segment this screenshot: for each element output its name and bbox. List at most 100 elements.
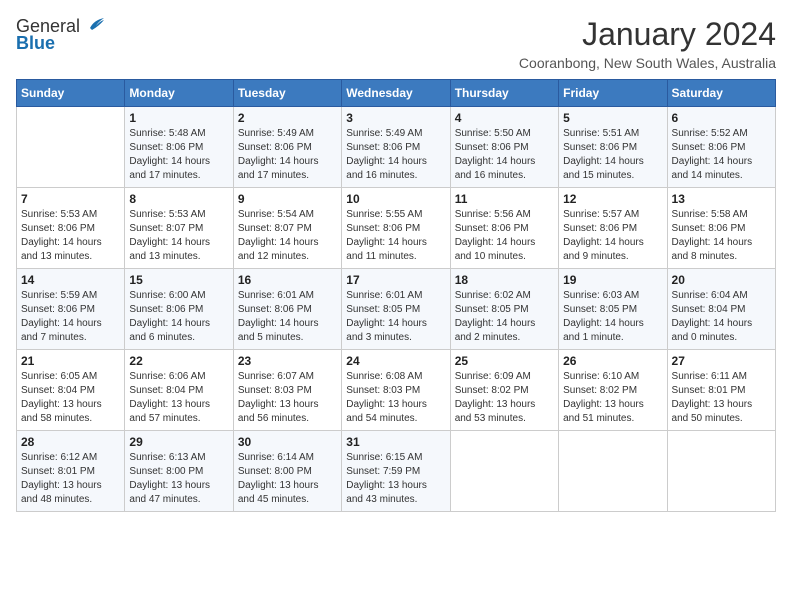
day-info: Sunrise: 5:49 AM Sunset: 8:06 PM Dayligh…	[238, 127, 337, 183]
day-number: 31	[346, 435, 445, 449]
day-info: Sunrise: 5:53 AM Sunset: 8:06 PM Dayligh…	[21, 208, 120, 264]
calendar-week-row: 7 Sunrise: 5:53 AM Sunset: 8:06 PM Daylig…	[17, 188, 776, 269]
day-info: Sunrise: 6:04 AM Sunset: 8:04 PM Dayligh…	[672, 289, 771, 345]
calendar-cell: 22Sunrise: 6:06 AM Sunset: 8:04 PM Dayli…	[125, 350, 233, 431]
day-number: 11	[455, 192, 554, 206]
day-info: Sunrise: 5:55 AM Sunset: 8:06 PM Dayligh…	[346, 208, 445, 264]
day-info: Sunrise: 6:11 AM Sunset: 8:01 PM Dayligh…	[672, 370, 771, 426]
day-number: 6	[672, 111, 771, 125]
day-number: 17	[346, 273, 445, 287]
weekday-header: Sunday	[17, 80, 125, 107]
day-info: Sunrise: 5:48 AM Sunset: 8:06 PM Dayligh…	[129, 127, 228, 183]
day-info: Sunrise: 6:03 AM Sunset: 8:05 PM Dayligh…	[563, 289, 662, 345]
calendar-cell	[450, 431, 558, 512]
day-info: Sunrise: 5:57 AM Sunset: 8:06 PM Dayligh…	[563, 208, 662, 264]
day-info: Sunrise: 5:59 AM Sunset: 8:06 PM Dayligh…	[21, 289, 120, 345]
day-info: Sunrise: 6:07 AM Sunset: 8:03 PM Dayligh…	[238, 370, 337, 426]
day-number: 21	[21, 354, 120, 368]
weekday-header: Monday	[125, 80, 233, 107]
day-info: Sunrise: 5:52 AM Sunset: 8:06 PM Dayligh…	[672, 127, 771, 183]
day-number: 3	[346, 111, 445, 125]
day-number: 10	[346, 192, 445, 206]
day-number: 30	[238, 435, 337, 449]
calendar-cell: 10 Sunrise: 5:55 AM Sunset: 8:06 PM Dayli…	[342, 188, 450, 269]
day-info: Sunrise: 6:10 AM Sunset: 8:02 PM Dayligh…	[563, 370, 662, 426]
calendar-cell: 15 Sunrise: 6:00 AM Sunset: 8:06 PM Dayli…	[125, 269, 233, 350]
day-number: 24	[346, 354, 445, 368]
weekday-header: Thursday	[450, 80, 558, 107]
logo-blue-text: Blue	[16, 33, 55, 54]
calendar-cell: 2 Sunrise: 5:49 AM Sunset: 8:06 PM Daylig…	[233, 107, 341, 188]
day-number: 22	[129, 354, 228, 368]
day-info: Sunrise: 6:15 AM Sunset: 7:59 PM Dayligh…	[346, 451, 445, 507]
day-info: Sunrise: 6:08 AM Sunset: 8:03 PM Dayligh…	[346, 370, 445, 426]
day-number: 12	[563, 192, 662, 206]
day-number: 8	[129, 192, 228, 206]
calendar-cell: 7 Sunrise: 5:53 AM Sunset: 8:06 PM Daylig…	[17, 188, 125, 269]
day-info: Sunrise: 5:56 AM Sunset: 8:06 PM Dayligh…	[455, 208, 554, 264]
calendar-cell: 17 Sunrise: 6:01 AM Sunset: 8:05 PM Dayli…	[342, 269, 450, 350]
day-info: Sunrise: 6:01 AM Sunset: 8:05 PM Dayligh…	[346, 289, 445, 345]
calendar-cell: 25 Sunrise: 6:09 AM Sunset: 8:02 PM Dayli…	[450, 350, 558, 431]
calendar-cell: 18Sunrise: 6:02 AM Sunset: 8:05 PM Dayli…	[450, 269, 558, 350]
page-header: General Blue January 2024 Cooranbong, Ne…	[16, 16, 776, 71]
calendar-cell: 11 Sunrise: 5:56 AM Sunset: 8:06 PM Dayli…	[450, 188, 558, 269]
calendar-cell: 3 Sunrise: 5:49 AM Sunset: 8:06 PM Daylig…	[342, 107, 450, 188]
day-info: Sunrise: 5:50 AM Sunset: 8:06 PM Dayligh…	[455, 127, 554, 183]
day-number: 25	[455, 354, 554, 368]
day-number: 7	[21, 192, 120, 206]
calendar-cell: 31 Sunrise: 6:15 AM Sunset: 7:59 PM Dayli…	[342, 431, 450, 512]
calendar-cell: 21 Sunrise: 6:05 AM Sunset: 8:04 PM Dayli…	[17, 350, 125, 431]
calendar-cell: 13 Sunrise: 5:58 AM Sunset: 8:06 PM Dayli…	[667, 188, 775, 269]
calendar-cell	[17, 107, 125, 188]
logo-bird-icon	[82, 16, 104, 34]
calendar-week-row: 21 Sunrise: 6:05 AM Sunset: 8:04 PM Dayli…	[17, 350, 776, 431]
calendar-cell: 1 Sunrise: 5:48 AM Sunset: 8:06 PM Daylig…	[125, 107, 233, 188]
day-number: 29	[129, 435, 228, 449]
day-number: 2	[238, 111, 337, 125]
day-number: 16	[238, 273, 337, 287]
calendar-cell: 23 Sunrise: 6:07 AM Sunset: 8:03 PM Dayli…	[233, 350, 341, 431]
location: Cooranbong, New South Wales, Australia	[519, 55, 776, 71]
weekday-header: Saturday	[667, 80, 775, 107]
calendar-cell: 16 Sunrise: 6:01 AM Sunset: 8:06 PM Dayli…	[233, 269, 341, 350]
calendar-cell: 5Sunrise: 5:51 AM Sunset: 8:06 PM Daylig…	[559, 107, 667, 188]
calendar-cell: 19Sunrise: 6:03 AM Sunset: 8:05 PM Dayli…	[559, 269, 667, 350]
day-number: 28	[21, 435, 120, 449]
calendar-week-row: 14 Sunrise: 5:59 AM Sunset: 8:06 PM Dayli…	[17, 269, 776, 350]
day-number: 20	[672, 273, 771, 287]
month-title: January 2024	[519, 16, 776, 53]
day-info: Sunrise: 6:02 AM Sunset: 8:05 PM Dayligh…	[455, 289, 554, 345]
calendar-week-row: 28Sunrise: 6:12 AM Sunset: 8:01 PM Dayli…	[17, 431, 776, 512]
calendar-cell: 27Sunrise: 6:11 AM Sunset: 8:01 PM Dayli…	[667, 350, 775, 431]
day-info: Sunrise: 6:05 AM Sunset: 8:04 PM Dayligh…	[21, 370, 120, 426]
weekday-header: Wednesday	[342, 80, 450, 107]
day-number: 23	[238, 354, 337, 368]
day-number: 14	[21, 273, 120, 287]
weekday-header: Tuesday	[233, 80, 341, 107]
title-section: January 2024 Cooranbong, New South Wales…	[519, 16, 776, 71]
day-info: Sunrise: 5:49 AM Sunset: 8:06 PM Dayligh…	[346, 127, 445, 183]
day-info: Sunrise: 6:01 AM Sunset: 8:06 PM Dayligh…	[238, 289, 337, 345]
day-number: 15	[129, 273, 228, 287]
day-info: Sunrise: 5:54 AM Sunset: 8:07 PM Dayligh…	[238, 208, 337, 264]
day-info: Sunrise: 5:53 AM Sunset: 8:07 PM Dayligh…	[129, 208, 228, 264]
day-info: Sunrise: 6:14 AM Sunset: 8:00 PM Dayligh…	[238, 451, 337, 507]
calendar-cell: 29Sunrise: 6:13 AM Sunset: 8:00 PM Dayli…	[125, 431, 233, 512]
day-info: Sunrise: 6:09 AM Sunset: 8:02 PM Dayligh…	[455, 370, 554, 426]
day-number: 26	[563, 354, 662, 368]
day-number: 9	[238, 192, 337, 206]
calendar-cell: 30 Sunrise: 6:14 AM Sunset: 8:00 PM Dayli…	[233, 431, 341, 512]
day-info: Sunrise: 5:58 AM Sunset: 8:06 PM Dayligh…	[672, 208, 771, 264]
calendar-cell	[559, 431, 667, 512]
header-row: SundayMondayTuesdayWednesdayThursdayFrid…	[17, 80, 776, 107]
day-info: Sunrise: 6:00 AM Sunset: 8:06 PM Dayligh…	[129, 289, 228, 345]
calendar-cell	[667, 431, 775, 512]
calendar-cell: 4 Sunrise: 5:50 AM Sunset: 8:06 PM Daylig…	[450, 107, 558, 188]
calendar-cell: 20 Sunrise: 6:04 AM Sunset: 8:04 PM Dayli…	[667, 269, 775, 350]
calendar-cell: 28Sunrise: 6:12 AM Sunset: 8:01 PM Dayli…	[17, 431, 125, 512]
day-number: 4	[455, 111, 554, 125]
calendar-cell: 12 Sunrise: 5:57 AM Sunset: 8:06 PM Dayli…	[559, 188, 667, 269]
day-number: 13	[672, 192, 771, 206]
day-number: 1	[129, 111, 228, 125]
